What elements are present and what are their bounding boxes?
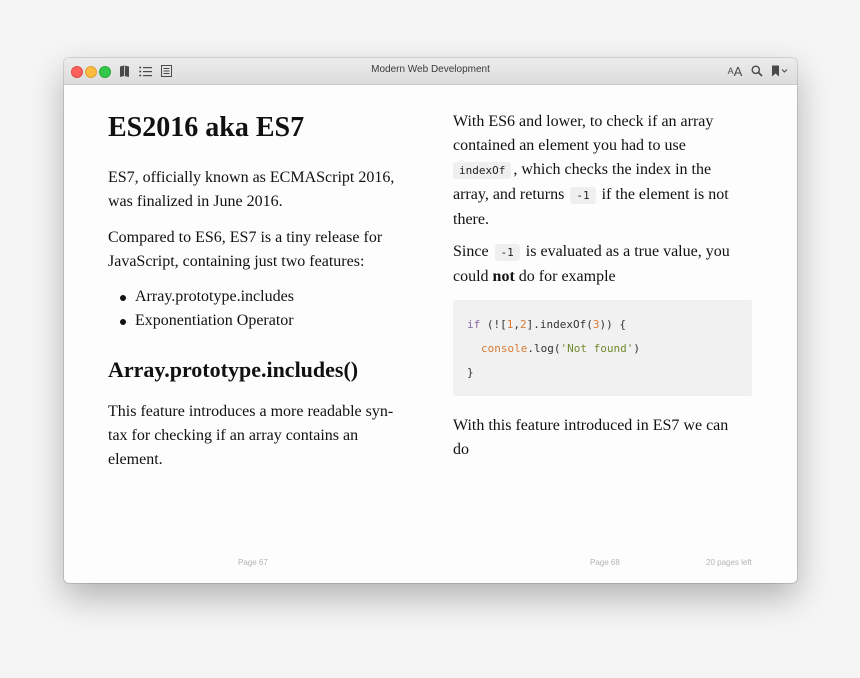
- intro-paragraph: ES7, officially known as ECMAScript 2016…: [108, 169, 395, 210]
- list-item: Array.prototype.includes: [108, 285, 294, 309]
- truthy-paragraph: Since -1 is evaluated as a true value, y…: [453, 243, 730, 285]
- includes-paragraph: This feature introduces a more readable …: [108, 403, 394, 468]
- code-line: console.log('Not found'): [481, 342, 640, 355]
- feature-list: Array.prototype.includes Exponentiation …: [108, 285, 294, 333]
- pages-left-label: 20 pages left: [706, 558, 752, 567]
- bookmark-icon[interactable]: [770, 64, 790, 78]
- inline-code: -1: [494, 244, 520, 261]
- window-title: Modern Web Development: [371, 64, 490, 75]
- title-bar: Modern Web Development AA: [64, 58, 797, 85]
- inline-code: -1: [570, 187, 596, 204]
- comparison-paragraph: Compared to ES6, ES7 is a tiny release f…: [108, 229, 383, 270]
- inline-code: indexOf: [453, 162, 512, 179]
- list-item: Exponentiation Operator: [108, 309, 294, 333]
- left-page-number: Page 67: [238, 558, 268, 567]
- search-icon[interactable]: [750, 64, 763, 78]
- indexof-paragraph: With ES6 and lower, to check if an array…: [453, 113, 729, 228]
- chapter-heading: ES2016 aka ES7: [108, 112, 305, 143]
- font-size-icon[interactable]: AA: [726, 64, 744, 79]
- section-heading: Array.prototype.includes(): [108, 357, 359, 382]
- code-line: }: [467, 366, 474, 379]
- right-page-number: Page 68: [590, 558, 620, 567]
- reader-window: Modern Web Development AA ES2016 aka ES7…: [64, 58, 797, 583]
- es7-paragraph: With this feature introduced in ES7 we c…: [453, 417, 729, 458]
- code-line: if (![1,2].indexOf(3)) {: [467, 318, 626, 331]
- code-block: if (![1,2].indexOf(3)) { console.log('No…: [453, 300, 752, 396]
